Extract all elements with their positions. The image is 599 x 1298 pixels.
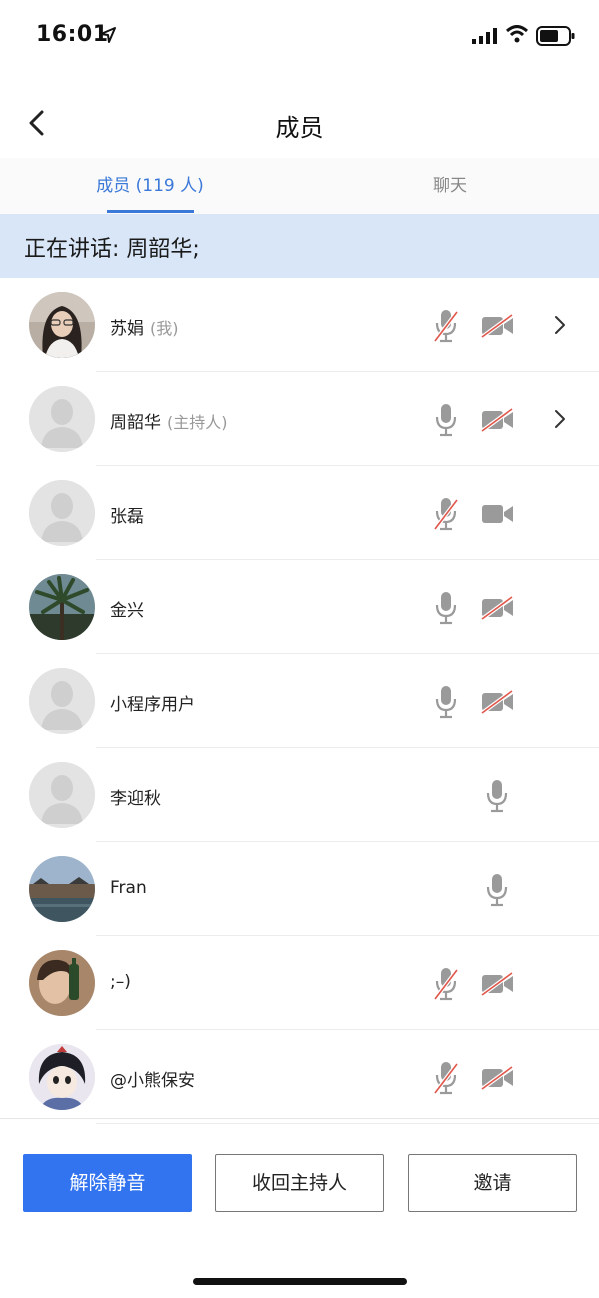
- member-row[interactable]: 金兴: [0, 560, 599, 654]
- nav-bar: 成员: [0, 88, 599, 159]
- revoke-host-button[interactable]: 收回主持人: [215, 1154, 384, 1212]
- member-name-text: Fran: [110, 878, 147, 898]
- member-row[interactable]: 张磊: [0, 466, 599, 560]
- mic-muted-icon[interactable]: [432, 308, 460, 344]
- member-name: ;–): [110, 972, 131, 992]
- member-name-text: 小程序用户: [110, 695, 195, 715]
- location-arrow-icon: [100, 27, 116, 43]
- battery-icon: [536, 26, 575, 46]
- member-name: 张磊: [110, 502, 144, 527]
- invite-button[interactable]: 邀请: [408, 1154, 577, 1212]
- member-row[interactable]: 周韶华 (主持人): [0, 372, 599, 466]
- avatar: [29, 292, 95, 358]
- member-row[interactable]: Fran: [0, 842, 599, 936]
- members-screen: 16:01 成员 成员 (119 人) 聊天 正在讲话: 周韶华; 苏娟 (我)…: [0, 0, 599, 1298]
- member-name: Fran: [110, 878, 147, 898]
- unmute-button[interactable]: 解除静音: [23, 1154, 192, 1212]
- tab-chat[interactable]: 聊天: [360, 158, 540, 214]
- camera-icon[interactable]: [481, 502, 515, 526]
- camera-off-icon[interactable]: [480, 689, 515, 715]
- home-indicator: [193, 1278, 407, 1285]
- mic-muted-icon[interactable]: [432, 966, 460, 1002]
- member-name: 周韶华 (主持人): [110, 408, 228, 433]
- mic-icon[interactable]: [432, 684, 460, 720]
- mic-icon[interactable]: [432, 402, 460, 438]
- avatar: [29, 574, 95, 640]
- status-bar: 16:01: [0, 0, 599, 70]
- mic-icon[interactable]: [483, 778, 511, 814]
- member-row[interactable]: @小熊保安: [0, 1030, 599, 1124]
- avatar: [29, 950, 95, 1016]
- member-name-text: 李迎秋: [110, 789, 161, 809]
- wifi-icon: [506, 25, 528, 43]
- status-time: 16:01: [36, 22, 109, 47]
- mic-icon[interactable]: [483, 872, 511, 908]
- member-name-text: @小熊保安: [110, 1071, 195, 1091]
- camera-off-icon[interactable]: [480, 1065, 515, 1091]
- tab-members[interactable]: 成员 (119 人): [60, 158, 240, 214]
- row-divider: [96, 1123, 599, 1124]
- member-name-text: 周韶华: [110, 413, 161, 433]
- active-tab-indicator: [107, 210, 194, 213]
- mic-icon[interactable]: [432, 590, 460, 626]
- member-list: 苏娟 (我) 周韶华 (主持人) 张磊金兴小程序用户李迎秋 Fran ;–) @小熊保安: [0, 278, 599, 1124]
- avatar: [29, 480, 95, 546]
- mic-muted-icon[interactable]: [432, 1060, 460, 1096]
- member-row[interactable]: ;–): [0, 936, 599, 1030]
- camera-off-icon[interactable]: [480, 971, 515, 997]
- member-name-text: 苏娟: [110, 319, 144, 339]
- chevron-right-icon[interactable]: [552, 314, 568, 336]
- member-name: @小熊保安: [110, 1066, 195, 1091]
- camera-off-icon[interactable]: [480, 313, 515, 339]
- tab-bar: 成员 (119 人) 聊天: [0, 158, 599, 214]
- member-row[interactable]: 李迎秋: [0, 748, 599, 842]
- avatar: [29, 856, 95, 922]
- avatar: [29, 762, 95, 828]
- member-name: 李迎秋: [110, 784, 161, 809]
- avatar: [29, 386, 95, 452]
- member-name-text: 张磊: [110, 507, 144, 527]
- cellular-signal-icon: [472, 28, 497, 44]
- member-name-text: ;–): [110, 972, 131, 992]
- member-name: 苏娟 (我): [110, 314, 179, 339]
- speaking-banner: 正在讲话: 周韶华;: [0, 214, 599, 278]
- member-name: 金兴: [110, 596, 144, 621]
- speaking-text: 正在讲话: 周韶华;: [24, 237, 200, 262]
- member-role: (我): [150, 319, 179, 338]
- camera-off-icon[interactable]: [480, 407, 515, 433]
- chevron-right-icon[interactable]: [552, 408, 568, 430]
- member-name-text: 金兴: [110, 601, 144, 621]
- page-title: 成员: [275, 114, 324, 142]
- avatar: [29, 668, 95, 734]
- avatar: [29, 1044, 95, 1110]
- member-role: (主持人): [167, 413, 228, 432]
- member-row[interactable]: 小程序用户: [0, 654, 599, 748]
- bottom-divider: [0, 1118, 599, 1119]
- member-row[interactable]: 苏娟 (我): [0, 278, 599, 372]
- member-name: 小程序用户: [110, 690, 195, 715]
- mic-muted-icon[interactable]: [432, 496, 460, 532]
- camera-off-icon[interactable]: [480, 595, 515, 621]
